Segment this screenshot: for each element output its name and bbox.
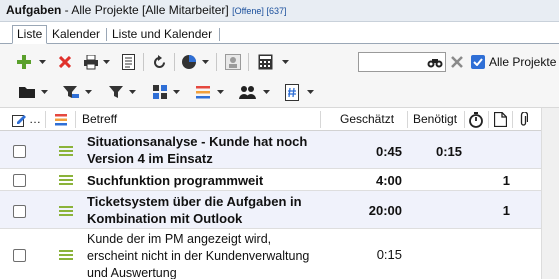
priority-icon	[59, 250, 73, 260]
print-icon[interactable]	[82, 53, 100, 71]
window-subtitle: - Alle Projekte [Alle Mitarbeiter]	[61, 3, 233, 17]
table-row[interactable]: Suchfunktion programmweit 4:00 1	[0, 169, 541, 191]
print-dropdown-icon[interactable]	[102, 58, 110, 66]
row-estimated: 0:45	[375, 144, 402, 159]
filter-edit-icon[interactable]	[62, 83, 80, 101]
edit-column-ellipsis: …	[29, 112, 41, 126]
toolbar-divider	[248, 53, 249, 71]
table-row[interactable]: Ticketsystem über die Aufgaben in Kombin…	[0, 191, 541, 229]
tab-divider	[106, 28, 107, 41]
row-subject: Situationsanalyse - Kunde hat noch Versi…	[87, 134, 308, 166]
table-row[interactable]: Kunde der im PM angezeigt wird, erschein…	[0, 229, 541, 279]
refresh-icon[interactable]	[150, 53, 168, 71]
priority-icon	[59, 206, 73, 216]
column-header-geschaetzt[interactable]: Geschätzt	[340, 108, 394, 131]
folder-icon[interactable]	[18, 84, 36, 100]
list-lines-icon[interactable]	[195, 84, 211, 100]
row-needed: 0:15	[435, 144, 462, 159]
people-dropdown-icon[interactable]	[262, 88, 270, 96]
column-divider	[512, 111, 513, 128]
row-count: 1	[502, 203, 510, 218]
window-title: Aufgaben	[6, 3, 62, 17]
people-icon[interactable]	[238, 83, 256, 101]
all-projects-label: Alle Projekte	[489, 55, 557, 69]
tab-kalender[interactable]: Kalender	[48, 26, 104, 44]
row-subject: Ticketsystem über die Aufgaben in Kombin…	[87, 194, 302, 226]
tab-divider	[219, 28, 220, 41]
column-divider	[464, 111, 465, 128]
paperclip-icon[interactable]	[516, 111, 530, 128]
all-projects-checkbox[interactable]	[471, 55, 485, 69]
add-dropdown-icon[interactable]	[38, 58, 46, 66]
row-subject: Suchfunktion programmweit	[87, 173, 264, 188]
layout-icon[interactable]	[152, 83, 170, 101]
clear-search-icon[interactable]	[450, 55, 464, 69]
toolbar-divider	[143, 53, 144, 71]
column-header-benoetigt[interactable]: Benötigt	[413, 108, 457, 131]
tab-liste-und-kalender[interactable]: Liste und Kalender	[108, 26, 216, 44]
column-divider	[407, 111, 408, 128]
row-estimated: 4:00	[375, 173, 402, 188]
window-title-bar: Aufgaben - Alle Projekte [Alle Mitarbeit…	[0, 0, 559, 22]
row-checkbox[interactable]	[13, 145, 26, 158]
layout-dropdown-icon[interactable]	[172, 88, 180, 96]
priority-icon	[59, 146, 73, 156]
delete-icon[interactable]	[57, 54, 73, 70]
folder-dropdown-icon[interactable]	[40, 88, 48, 96]
page-icon[interactable]	[492, 111, 508, 128]
binoculars-icon[interactable]	[426, 54, 444, 70]
vertical-scrollbar[interactable]	[541, 108, 559, 279]
list-lines-dropdown-icon[interactable]	[216, 88, 224, 96]
pie-chart-icon[interactable]	[180, 53, 198, 71]
calculator-dropdown-icon[interactable]	[281, 58, 289, 66]
search-input[interactable]	[359, 53, 421, 71]
row-estimated: 20:00	[368, 203, 402, 218]
column-divider	[75, 111, 76, 128]
hash-document-icon[interactable]	[284, 83, 300, 101]
filter-edit-dropdown-icon[interactable]	[84, 88, 92, 96]
hash-document-dropdown-icon[interactable]	[306, 88, 314, 96]
row-checkbox[interactable]	[13, 205, 26, 218]
row-count: 1	[502, 173, 510, 188]
filter-dropdown-icon[interactable]	[128, 88, 136, 96]
task-count: [637]	[263, 6, 287, 16]
priority-column-icon[interactable]	[54, 113, 68, 127]
row-estimated: 0:15	[376, 247, 402, 262]
toolbar-divider	[216, 53, 217, 71]
grid-header: … Betreff Geschätzt Benötigt	[0, 108, 541, 131]
tab-liste[interactable]: Liste	[12, 25, 48, 44]
row-checkbox[interactable]	[13, 174, 26, 187]
priority-icon	[59, 175, 73, 185]
row-checkbox[interactable]	[13, 249, 26, 262]
column-divider	[488, 111, 489, 128]
stopwatch-icon[interactable]	[468, 111, 484, 128]
row-subject: Kunde der im PM angezeigt wird, erschein…	[87, 232, 310, 279]
table-row[interactable]: Situationsanalyse - Kunde hat noch Versi…	[0, 131, 541, 169]
toolbar-divider	[174, 53, 175, 71]
toolbar-view	[0, 78, 559, 108]
column-divider	[320, 111, 321, 128]
report-icon[interactable]	[224, 53, 242, 71]
view-tabs: Liste Kalender Liste und Kalender	[0, 22, 559, 44]
document-icon[interactable]	[120, 53, 136, 71]
filter-link[interactable]: [Offene]	[232, 6, 264, 16]
column-divider	[45, 111, 46, 128]
chart-dropdown-icon[interactable]	[201, 58, 209, 66]
edit-column-icon[interactable]	[11, 112, 27, 128]
search-box	[358, 52, 446, 72]
calculator-icon[interactable]	[256, 53, 274, 71]
column-header-betreff[interactable]: Betreff	[82, 108, 117, 131]
filter-icon[interactable]	[108, 84, 124, 100]
add-icon[interactable]	[16, 54, 32, 70]
